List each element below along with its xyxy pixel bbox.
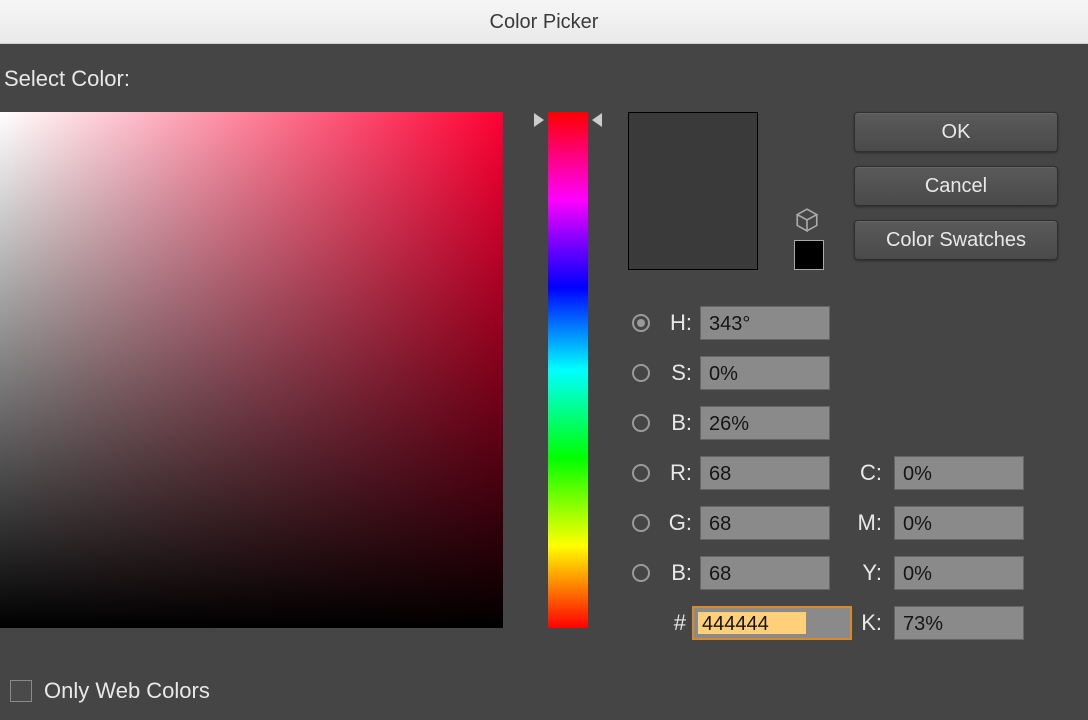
saturation-input[interactable]: 0%: [700, 356, 830, 390]
red-label: R:: [658, 460, 692, 486]
hue-slider[interactable]: [548, 112, 588, 628]
brightness-input[interactable]: 26%: [700, 406, 830, 440]
hue-input[interactable]: 343°: [700, 306, 830, 340]
saturation-radio[interactable]: [632, 364, 650, 382]
hsb-rgb-fields: H: 343° S: 0% B: 26% R: 68 G: 68: [632, 298, 852, 648]
ok-button[interactable]: OK: [854, 112, 1058, 152]
yellow-label: Y:: [852, 560, 882, 586]
red-radio[interactable]: [632, 464, 650, 482]
color-swatches-button[interactable]: Color Swatches: [854, 220, 1058, 260]
cyan-input[interactable]: 0%: [894, 456, 1024, 490]
dialog-body: Select Color: OK Cancel Color Swatches H…: [0, 44, 1088, 720]
brightness-radio[interactable]: [632, 414, 650, 432]
checkbox-icon[interactable]: [10, 680, 32, 702]
saturation-brightness-field[interactable]: [0, 112, 503, 628]
blue-label: B:: [658, 560, 692, 586]
cube-icon[interactable]: [794, 207, 820, 233]
blue-radio[interactable]: [632, 564, 650, 582]
magenta-input[interactable]: 0%: [894, 506, 1024, 540]
yellow-input[interactable]: 0%: [894, 556, 1024, 590]
black-input[interactable]: 73%: [894, 606, 1024, 640]
black-label: K:: [852, 610, 882, 636]
cmyk-fields: C: 0% M: 0% Y: 0% K: 73%: [852, 448, 1024, 648]
color-preview: [628, 112, 758, 270]
color-picker-window: Color Picker Select Color: OK Cancel Col…: [0, 0, 1088, 720]
window-title: Color Picker: [0, 0, 1088, 44]
previous-color-swatch[interactable]: [794, 240, 824, 270]
brightness-label: B:: [658, 410, 692, 436]
only-web-colors-label: Only Web Colors: [44, 678, 210, 704]
magenta-label: M:: [852, 510, 882, 536]
cyan-label: C:: [852, 460, 882, 486]
hex-hash-label: #: [658, 610, 686, 636]
only-web-colors-checkbox[interactable]: Only Web Colors: [10, 678, 210, 704]
cancel-button[interactable]: Cancel: [854, 166, 1058, 206]
green-label: G:: [658, 510, 692, 536]
hex-input[interactable]: 444444: [692, 606, 852, 640]
button-column: OK Cancel Color Swatches: [854, 112, 1058, 274]
saturation-label: S:: [658, 360, 692, 386]
hue-radio[interactable]: [632, 314, 650, 332]
green-input[interactable]: 68: [700, 506, 830, 540]
red-input[interactable]: 68: [700, 456, 830, 490]
hue-label: H:: [658, 310, 692, 336]
blue-input[interactable]: 68: [700, 556, 830, 590]
hex-value: 444444: [702, 613, 769, 635]
select-color-label: Select Color:: [4, 66, 130, 92]
green-radio[interactable]: [632, 514, 650, 532]
